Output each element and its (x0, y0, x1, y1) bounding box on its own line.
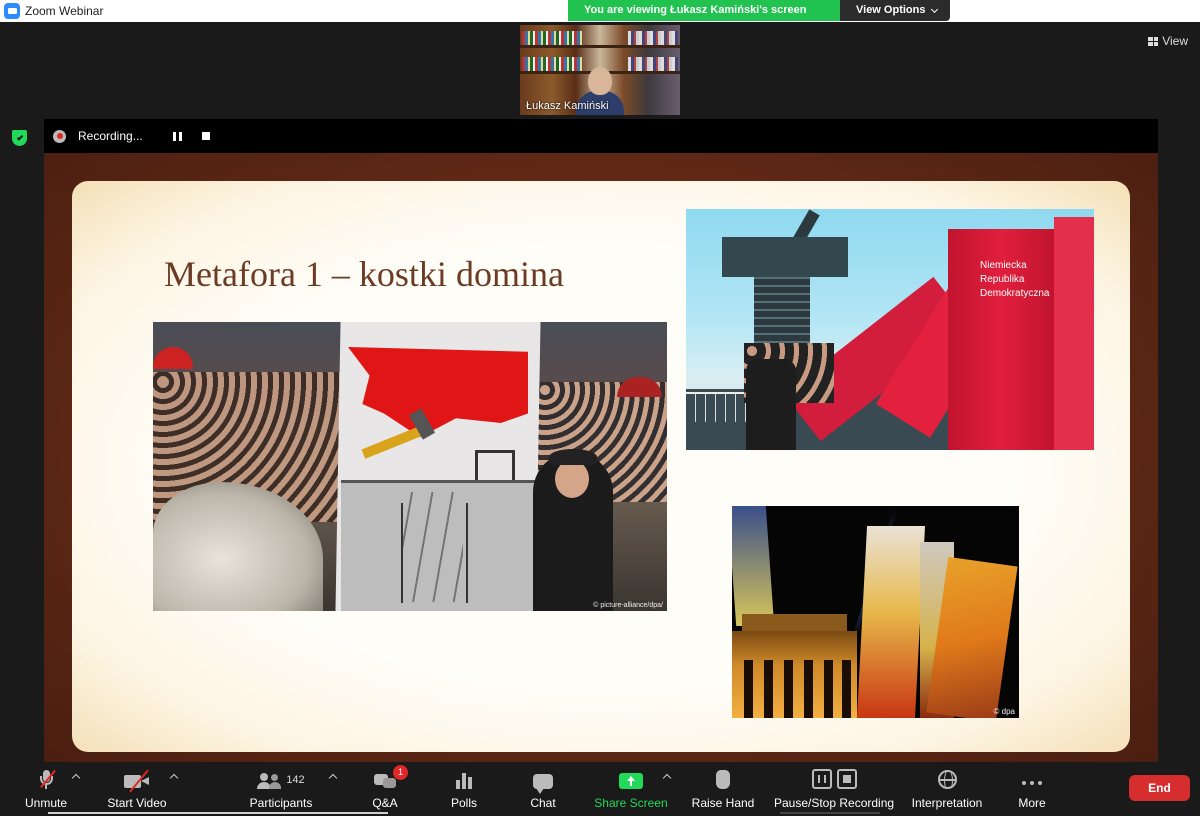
speaker-name: Łukasz Kamiński (526, 100, 609, 112)
polls-label: Polls (450, 796, 477, 810)
view-options-button[interactable]: View Options (840, 0, 950, 21)
viewing-screen-text: You are viewing Łukasz Kamiński's screen (568, 0, 840, 21)
man-cap (549, 449, 597, 465)
pause-stop-recording-button[interactable]: Pause/Stop Recording (774, 763, 894, 816)
video-options-caret-icon[interactable] (169, 773, 179, 783)
gdr-text-line: Republika (980, 274, 1025, 285)
photo1-credit: © picture-alliance/dpa/ (593, 602, 663, 609)
polls-bar-chart-icon (456, 772, 472, 789)
toolbar-divider (48, 812, 388, 814)
wall-cracks (403, 492, 463, 602)
end-button[interactable]: End (1129, 775, 1190, 801)
painted-domino (856, 526, 926, 718)
brandenburg-dominoes-photo: © dpa (732, 506, 1019, 718)
view-layout-label: View (1162, 34, 1188, 48)
umbrella (617, 377, 662, 397)
gdr-domino-text: Niemiecka Republika Demokratyczna (980, 259, 1049, 301)
pause-stop-icons (811, 769, 857, 789)
painted-tower (475, 450, 515, 480)
viewing-banner: You are viewing Łukasz Kamiński's screen… (568, 0, 950, 21)
speaker-video-thumbnail[interactable]: Łukasz Kamiński (520, 25, 680, 115)
audio-options-caret-icon[interactable] (71, 773, 81, 783)
meeting-toolbar: Unmute Start Video 142 Participants Q&A … (0, 763, 1200, 816)
books (628, 31, 678, 45)
raise-hand-button[interactable]: Raise Hand (692, 763, 754, 816)
man-face (555, 460, 589, 498)
pause-recording-icon[interactable] (172, 131, 182, 141)
raise-hand-label: Raise Hand (691, 796, 755, 810)
security-shield-icon[interactable] (12, 130, 27, 146)
chat-button[interactable]: Chat (527, 763, 559, 816)
photo3-credit: © dpa (993, 707, 1015, 716)
qa-notification-badge: 1 (393, 765, 408, 780)
interpretation-label: Interpretation (911, 796, 983, 810)
recording-label: Recording... (78, 129, 143, 143)
person (746, 359, 796, 450)
slide-title: Metafora 1 – kostki domina (164, 254, 564, 294)
window-title: Zoom Webinar (25, 4, 104, 18)
speaker-head (588, 67, 612, 95)
polls-button[interactable]: Polls (448, 763, 480, 816)
interpretation-button[interactable]: Interpretation (908, 763, 986, 816)
more-dots-icon (1022, 781, 1042, 785)
view-layout-button[interactable]: View (1148, 31, 1188, 51)
chevron-down-icon (931, 5, 939, 13)
books (628, 57, 678, 71)
brandenburg-gate (732, 631, 857, 718)
participants-options-caret-icon[interactable] (328, 773, 338, 783)
domino-crowd-photo: © picture-alliance/dpa/ (153, 322, 667, 611)
zoom-window: Zoom Webinar You are viewing Łukasz Kami… (0, 0, 1200, 816)
umbrella (153, 347, 193, 369)
gdr-text-line: Niemiecka (980, 260, 1027, 271)
unmute-label: Unmute (24, 796, 68, 810)
participants-icon (257, 773, 282, 789)
pause-icon (811, 769, 832, 789)
stop-icon (836, 769, 857, 789)
participants-button[interactable]: 142 Participants (246, 763, 316, 816)
more-button[interactable]: More (1016, 763, 1048, 816)
pause-stop-label: Pause/Stop Recording (773, 796, 895, 810)
shipyard-dominoes-photo: Niemiecka Republika Demokratyczna (686, 209, 1094, 450)
presentation-slide: Metafora 1 – kostki domina © picture-all… (72, 181, 1130, 752)
video-off-icon (124, 769, 150, 793)
qa-label: Q&A (372, 796, 398, 810)
crane-cabin (722, 237, 848, 277)
books (522, 57, 582, 71)
share-screen-arrow-icon (619, 773, 643, 789)
raise-hand-icon (716, 770, 730, 789)
chat-label: Chat (530, 796, 556, 810)
recording-bar: Recording... (44, 119, 1158, 153)
unmute-button[interactable]: Unmute (22, 763, 70, 816)
stop-recording-icon[interactable] (201, 132, 210, 140)
recording-indicator-icon (53, 129, 66, 143)
share-screen-button[interactable]: Share Screen (594, 763, 668, 816)
chat-bubble-icon (533, 774, 553, 794)
participants-label: Participants (249, 796, 313, 810)
globe-icon (937, 770, 957, 789)
start-video-button[interactable]: Start Video (104, 763, 170, 816)
participant-count: 142 (286, 774, 305, 786)
grid-view-icon (1148, 36, 1159, 46)
red-domino (1054, 217, 1094, 450)
toolbar-divider (780, 812, 880, 814)
bookshelf (520, 45, 680, 48)
gdr-text-line: Demokratyczna (980, 288, 1050, 299)
share-screen-label: Share Screen (594, 796, 668, 810)
view-options-label: View Options (856, 4, 926, 16)
microphone-muted-icon (40, 769, 56, 789)
books (522, 31, 582, 45)
more-label: More (1018, 796, 1046, 810)
zoom-logo-icon (4, 3, 20, 19)
start-video-label: Start Video (107, 796, 167, 810)
painted-domino (732, 506, 775, 626)
